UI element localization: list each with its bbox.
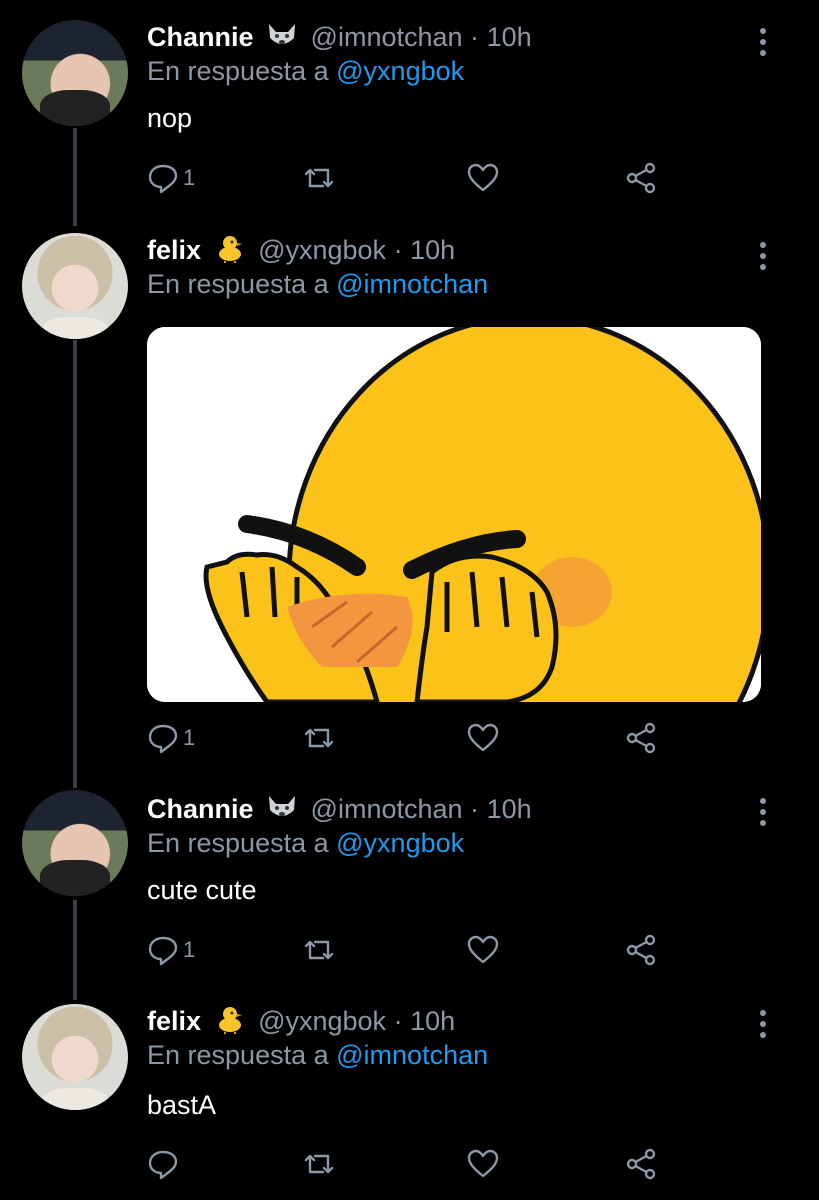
share-button[interactable]: [625, 160, 657, 196]
reply-prefix: En respuesta a: [147, 56, 329, 86]
display-name[interactable]: Channie: [147, 794, 254, 824]
reply-count: 1: [183, 725, 196, 750]
separator: ·: [470, 22, 480, 52]
tweet-header: Channie @imnotchan · 10h: [147, 792, 532, 825]
retweet-button[interactable]: [303, 932, 335, 968]
share-button[interactable]: [625, 720, 657, 756]
display-name[interactable]: Channie: [147, 22, 254, 52]
share-icon: [626, 162, 656, 194]
reply-button[interactable]: 1: [147, 932, 195, 968]
tweet-text: bastA: [147, 1090, 217, 1120]
more-options-icon[interactable]: [760, 242, 768, 275]
tweet-text: nop: [147, 103, 193, 133]
reply-count: 1: [183, 165, 196, 190]
mention-link[interactable]: @imnotchan: [336, 269, 488, 299]
more-options-icon[interactable]: [760, 28, 768, 61]
chick-emoji-icon: [218, 236, 242, 263]
retweet-icon: [304, 728, 334, 748]
share-icon: [626, 1148, 656, 1180]
tweet-actions: [147, 1146, 667, 1182]
tweet-header: felix @yxngbok · 10h: [147, 233, 455, 266]
tweet-header: felix @yxngbok · 10h: [147, 1004, 455, 1037]
separator: ·: [393, 235, 403, 265]
timestamp[interactable]: 10h: [410, 235, 455, 265]
like-button[interactable]: [467, 720, 499, 756]
tweet[interactable]: felix @yxngbok · 10h En respuesta a @imn…: [0, 1000, 819, 1200]
mention-link[interactable]: @yxngbok: [336, 56, 464, 86]
reply-icon: [148, 724, 178, 754]
tweet-actions: 1: [147, 932, 667, 968]
avatar[interactable]: [22, 1004, 128, 1110]
handle[interactable]: @imnotchan: [311, 794, 463, 824]
share-icon: [626, 722, 656, 754]
retweet-button[interactable]: [303, 1146, 335, 1182]
avatar[interactable]: [22, 790, 128, 896]
retweet-button[interactable]: [303, 160, 335, 196]
tweet-actions: 1: [147, 720, 667, 756]
reply-icon: [148, 1150, 178, 1180]
reply-button[interactable]: 1: [147, 720, 195, 756]
reply-context: En respuesta a @yxngbok: [147, 56, 464, 87]
heart-icon: [467, 1149, 499, 1178]
handle[interactable]: @yxngbok: [258, 235, 386, 265]
heart-icon: [467, 163, 499, 192]
wolf-emoji-icon: [269, 796, 296, 816]
separator: ·: [393, 1006, 403, 1036]
more-options-icon[interactable]: [760, 1010, 768, 1043]
retweet-button[interactable]: [303, 720, 335, 756]
retweet-icon: [304, 1154, 334, 1174]
like-button[interactable]: [467, 160, 499, 196]
reply-button[interactable]: 1: [147, 160, 195, 196]
heart-icon: [467, 723, 499, 752]
blushing-face-illustration: [147, 327, 761, 702]
timestamp[interactable]: 10h: [410, 1006, 455, 1036]
avatar[interactable]: [22, 20, 128, 126]
tweet[interactable]: Channie @imnotchan · 10h En respuesta a …: [0, 788, 819, 1000]
tweet[interactable]: Channie @imnotchan · 10h En respuesta a …: [0, 0, 819, 226]
reply-icon: [148, 164, 178, 194]
mention-link[interactable]: @yxngbok: [336, 828, 464, 858]
tweet-header: Channie @imnotchan · 10h: [147, 20, 532, 53]
tweet-actions: 1: [147, 160, 667, 196]
reply-icon: [148, 936, 178, 966]
reply-context: En respuesta a @imnotchan: [147, 269, 488, 300]
reply-context: En respuesta a @imnotchan: [147, 1040, 488, 1071]
wolf-emoji-icon: [269, 24, 296, 44]
heart-icon: [467, 935, 499, 964]
handle[interactable]: @yxngbok: [258, 1006, 386, 1036]
like-button[interactable]: [467, 932, 499, 968]
more-options-icon[interactable]: [760, 798, 768, 831]
display-name[interactable]: felix: [147, 235, 201, 265]
share-button[interactable]: [625, 932, 657, 968]
share-button[interactable]: [625, 1146, 657, 1182]
reply-prefix: En respuesta a: [147, 269, 329, 299]
reply-context: En respuesta a @yxngbok: [147, 828, 464, 859]
blushing-emoji-meme-image[interactable]: [147, 327, 761, 702]
mention-link[interactable]: @imnotchan: [336, 1040, 488, 1070]
handle[interactable]: @imnotchan: [311, 22, 463, 52]
share-icon: [626, 934, 656, 966]
retweet-icon: [304, 168, 334, 188]
timestamp[interactable]: 10h: [487, 794, 532, 824]
retweet-icon: [304, 940, 334, 960]
reply-prefix: En respuesta a: [147, 1040, 329, 1070]
timestamp[interactable]: 10h: [487, 22, 532, 52]
reply-count: 1: [183, 937, 196, 962]
separator: ·: [470, 794, 480, 824]
avatar[interactable]: [22, 233, 128, 339]
like-button[interactable]: [467, 1146, 499, 1182]
reply-button[interactable]: [147, 1146, 183, 1182]
chick-emoji-icon: [218, 1007, 242, 1034]
tweet-text: cute cute: [147, 875, 257, 905]
reply-prefix: En respuesta a: [147, 828, 329, 858]
display-name[interactable]: felix: [147, 1006, 201, 1036]
